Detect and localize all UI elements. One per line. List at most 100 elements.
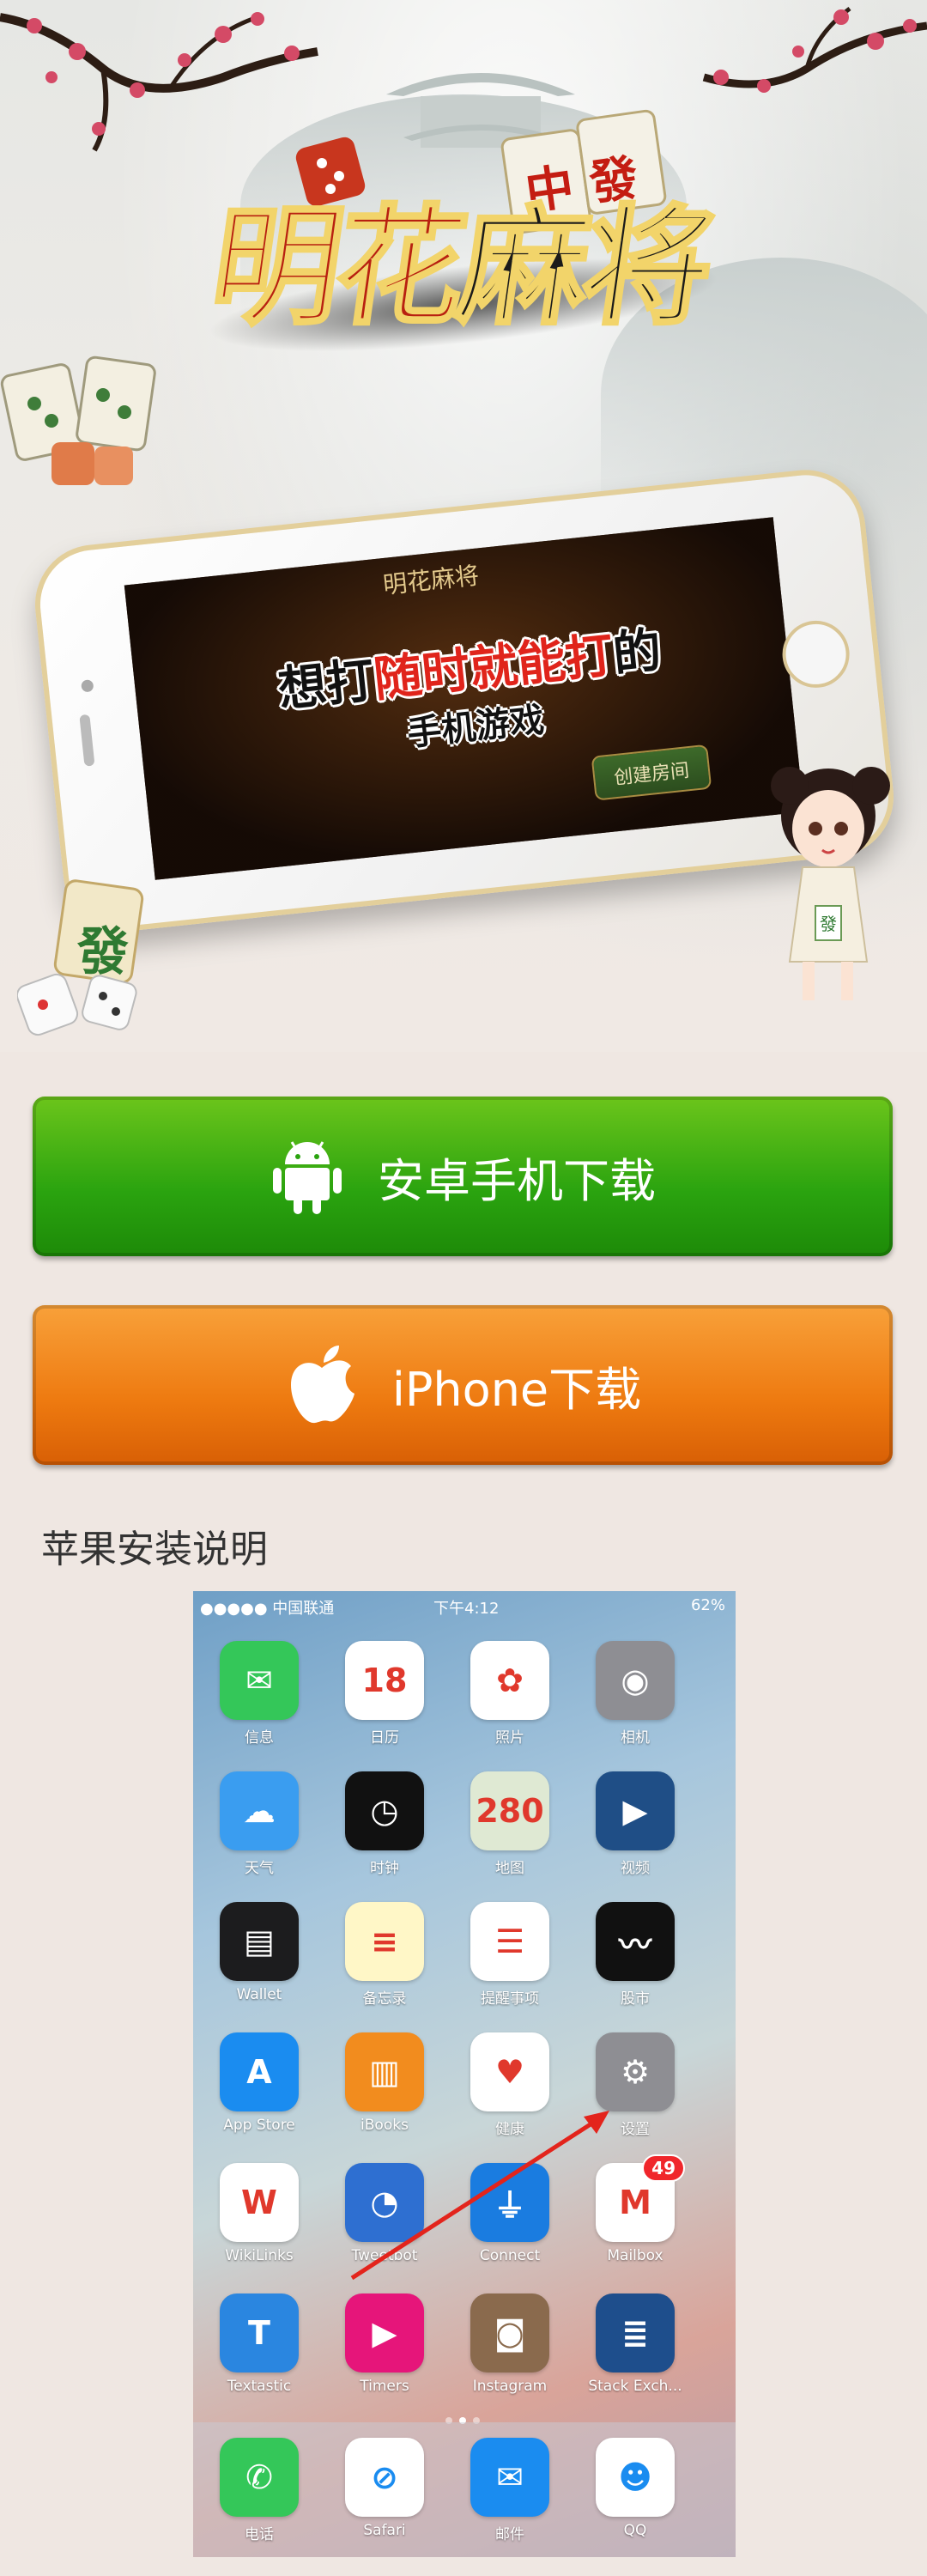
app-label: Timers [360, 2378, 409, 2395]
app-label: Instagram [472, 2378, 548, 2395]
ios-status-bar: ●●●●● 中国联通 下午4:12 62% [193, 1591, 736, 1620]
app-icon-glyph: ☻ [618, 2458, 652, 2496]
android-download-label: 安卓手机下载 [378, 1153, 656, 1208]
app-icon-glyph: M [619, 2184, 651, 2221]
game-logo: 中 發 明花麻将 [197, 109, 747, 395]
android-icon [273, 1141, 342, 1214]
ios-app: ✿ 照片 [463, 1641, 557, 1747]
app-icon-glyph: ▶ [622, 1792, 648, 1830]
app-label: Mailbox [607, 2247, 663, 2264]
app-label: 股市 [621, 1990, 650, 2008]
tweetbot-icon: ◔ [345, 2163, 424, 2242]
app-label: 相机 [621, 1729, 650, 1747]
app-icon-glyph: ◔ [370, 2184, 399, 2221]
camera-icon: ◉ [596, 1641, 675, 1720]
mahjong-tiles-decoration [0, 355, 156, 485]
app-icon-glyph: 18 [361, 1662, 408, 1699]
wikilinks-icon: W [220, 2163, 299, 2242]
ios-app: T Textastic [212, 2293, 306, 2395]
ios-app: W WikiLinks [212, 2163, 306, 2264]
ios-app: ◷ 时钟 [337, 1771, 432, 1877]
app-icon-glyph: 〰 [618, 1925, 651, 1964]
dock-app: ✉ 邮件 [463, 2438, 557, 2543]
app-icon-glyph: ≡ [371, 1923, 398, 1960]
app-label: Safari [363, 2522, 406, 2539]
app-icon-glyph: T [248, 2314, 270, 2352]
app-label: 照片 [495, 1729, 524, 1747]
app-icon-glyph: W [241, 2184, 277, 2221]
app-label: QQ [623, 2522, 647, 2539]
photos-icon: ✿ [470, 1641, 549, 1720]
ios-app: 280 地图 [463, 1771, 557, 1877]
app-icon-glyph: 280 [476, 1792, 544, 1830]
app-icon-glyph: A [246, 2053, 272, 2091]
ios-app: ◙ Instagram [463, 2293, 557, 2395]
logo-title: 明花麻将 [201, 163, 723, 349]
ios-app: ♥ 健康 [463, 2032, 557, 2138]
app-label: iBooks [360, 2117, 409, 2134]
app-icon-glyph: ✿ [496, 1662, 524, 1699]
safari-icon: ⊘ [345, 2438, 424, 2517]
app-icon-glyph: ◷ [370, 1792, 399, 1830]
calendar-icon: 18 [345, 1641, 424, 1720]
game-screenshot: 明花麻将 想打随时就能打的 手机游戏 创建房间 [124, 517, 804, 880]
app-icon-glyph: ⏚ [493, 2186, 526, 2225]
app-label: Wallet [236, 1986, 282, 2003]
install-instructions-title: 苹果安装说明 [41, 1528, 268, 1571]
apple-icon [290, 1346, 354, 1424]
phone-speaker [79, 714, 95, 767]
app-icon-glyph: ☰ [494, 1923, 525, 1960]
app-icon-glyph: ✉ [496, 2458, 524, 2496]
dice-tile-text: 發 [77, 922, 129, 982]
app-icon-glyph: ▤ [244, 1923, 275, 1960]
mailbox-icon: M 49 [596, 2154, 685, 2242]
ios-app: A App Store [212, 2032, 306, 2134]
ios-app: ⏚ Connect [463, 2163, 557, 2264]
app-icon-glyph: ⚙ [620, 2053, 651, 2091]
app-icon-glyph: ≣ [621, 2314, 649, 2352]
app-icon-glyph: ☁ [243, 1792, 276, 1830]
ios-app: M 49 Mailbox [588, 2154, 685, 2264]
app-label: Connect [479, 2247, 541, 2264]
ios-homescreen-screenshot: ●●●●● 中国联通 下午4:12 62% ✉ 信息 18 日历 ✿ 照片 ◉ 相机 ☁ 天气 ◷ 时… [193, 1591, 736, 2557]
app-label: 提醒事项 [481, 1990, 539, 2008]
status-carrier: ●●●●● 中国联通 [200, 1600, 335, 1618]
svg-text:發: 發 [820, 914, 837, 934]
ios-app: ⚙ 设置 [588, 2032, 682, 2138]
slogan-prefix: 想打 [276, 653, 378, 719]
iphone-download-button[interactable]: iPhone下载 [33, 1305, 893, 1465]
phone-camera [81, 679, 94, 693]
ios-app: ◔ Tweetbot [337, 2163, 432, 2264]
stack-exchange-icon: ≣ [596, 2293, 675, 2372]
app-label: 信息 [245, 1729, 274, 1747]
instagram-icon: ◙ [470, 2293, 549, 2372]
stocks-icon: 〰 [596, 1902, 675, 1981]
app-label: 时钟 [370, 1860, 399, 1877]
app-store-icon: A [220, 2032, 299, 2111]
hero-banner: 中 發 明花麻将 明花麻将 想打随时就能打的 手机游戏 创建房间 發 發 [0, 0, 927, 1052]
ios-app: ≡ 备忘录 [337, 1902, 432, 2008]
app-label: 邮件 [495, 2526, 524, 2543]
health-icon: ♥ [470, 2032, 549, 2111]
app-icon-glyph: ♥ [494, 2053, 525, 2091]
app-icon-glyph: ⊘ [371, 2458, 398, 2496]
ios-app: ▥ iBooks [337, 2032, 432, 2134]
ios-app: ▤ Wallet [212, 1902, 306, 2003]
timers-icon: ▶ [345, 2293, 424, 2372]
android-download-button[interactable]: 安卓手机下载 [33, 1097, 893, 1256]
app-label: 备忘录 [362, 1990, 407, 2008]
phone-icon: ✆ [220, 2438, 299, 2517]
reminders-icon: ☰ [470, 1902, 549, 1981]
ibooks-icon: ▥ [345, 2032, 424, 2111]
ios-app: ≣ Stack Exch... [588, 2293, 682, 2395]
logo-title-part2: 麻将 [448, 190, 720, 344]
app-icon-glyph: ▥ [369, 2053, 400, 2091]
app-label: 天气 [245, 1860, 274, 1877]
app-label: 设置 [621, 2121, 650, 2138]
app-icon-glyph: ▶ [372, 2314, 397, 2352]
mascot-girl: 發 [771, 767, 890, 1000]
logo-title-part1: 明花 [201, 190, 473, 344]
app-label: Textastic [227, 2378, 292, 2395]
iphone-download-label: iPhone下载 [391, 1362, 642, 1417]
maps-icon: 280 [470, 1771, 549, 1850]
